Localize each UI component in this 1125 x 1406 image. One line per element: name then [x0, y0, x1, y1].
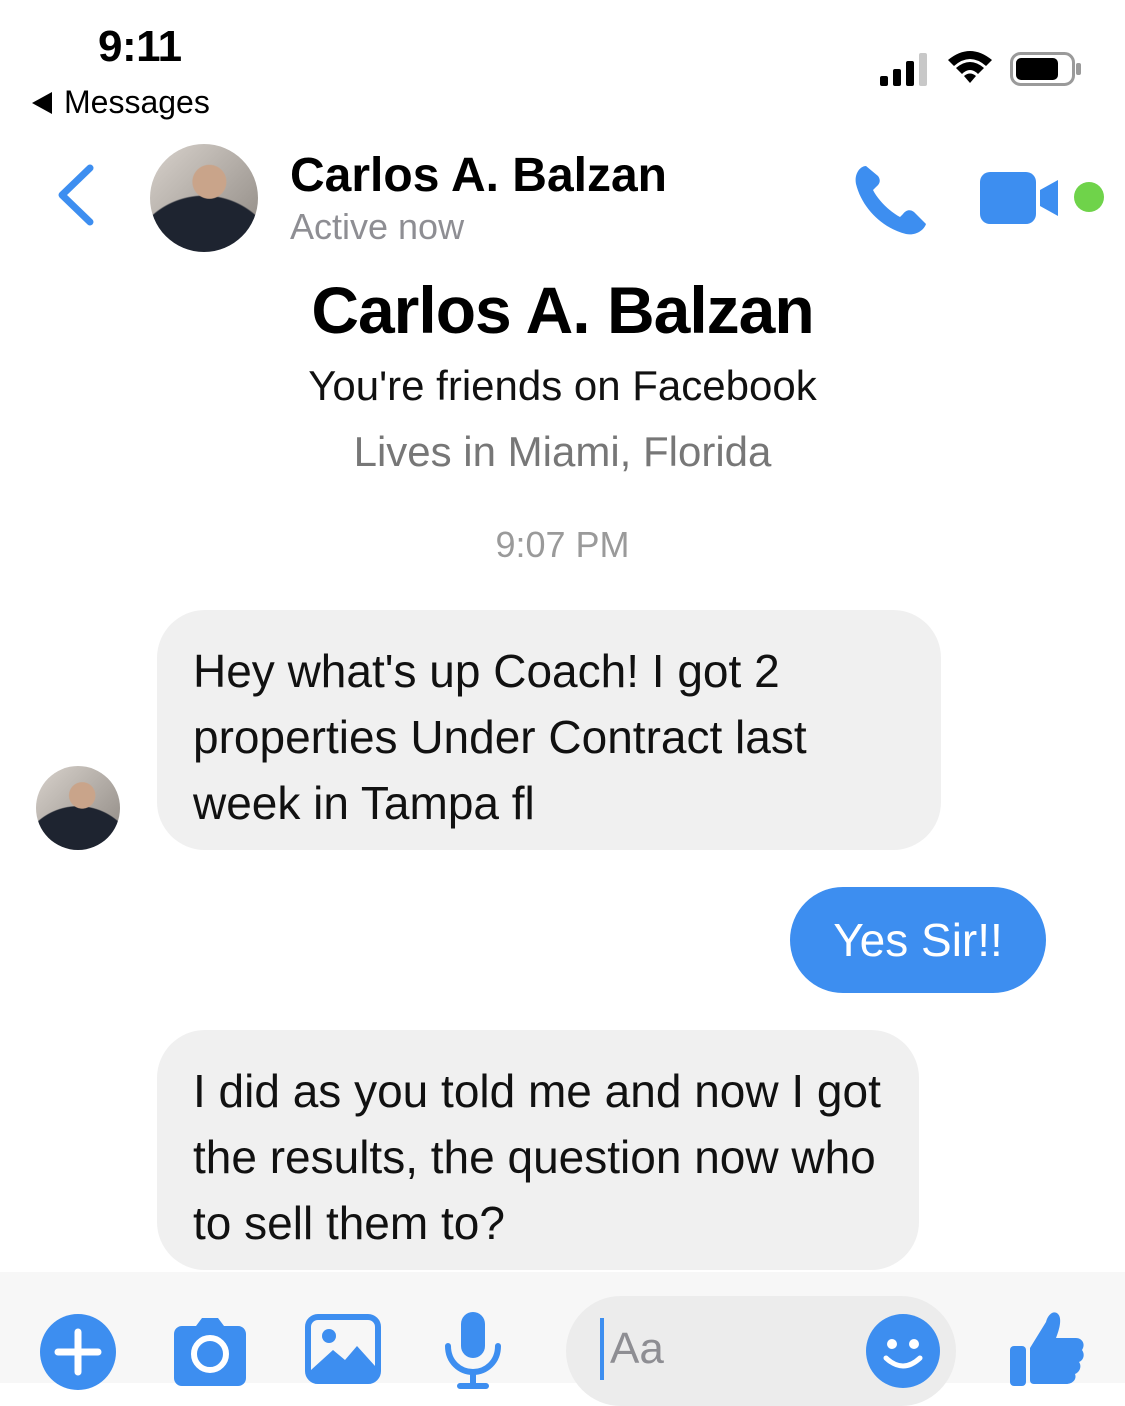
location-info: Lives in Miami, Florida	[353, 428, 772, 475]
back-triangle-icon	[32, 91, 52, 114]
contact-active-status: Active now	[290, 206, 465, 247]
smiley-icon[interactable]	[866, 1314, 940, 1388]
outgoing-message[interactable]: Yes Sir!!	[790, 887, 1046, 993]
back-to-app-link[interactable]: Messages	[32, 84, 210, 121]
incoming-message[interactable]: I did as you told me and now I got the r…	[157, 1030, 919, 1270]
battery-icon	[1010, 52, 1081, 86]
incoming-message[interactable]: Hey what's up Coach! I got 2 properties …	[157, 610, 941, 850]
back-chevron-icon[interactable]	[52, 162, 98, 228]
phone-call-icon[interactable]	[852, 162, 930, 236]
message-timestamp: 9:07 PM	[495, 524, 630, 565]
image-icon[interactable]	[305, 1314, 381, 1384]
camera-icon[interactable]	[172, 1312, 248, 1388]
cellular-signal-icon	[880, 53, 927, 86]
status-time: 9:11	[98, 22, 182, 71]
friends-info: You're friends on Facebook	[308, 362, 817, 409]
message-input-placeholder: Aa	[610, 1324, 664, 1373]
contact-avatar[interactable]	[150, 144, 258, 252]
wifi-icon	[948, 51, 992, 83]
text-cursor	[600, 1318, 604, 1380]
composer-bar	[0, 1272, 1125, 1383]
contact-name[interactable]: Carlos A. Balzan	[290, 148, 667, 203]
sender-avatar	[36, 766, 120, 850]
online-indicator	[1074, 182, 1104, 212]
video-call-icon[interactable]	[978, 168, 1062, 228]
profile-name: Carlos A. Balzan	[311, 273, 814, 347]
microphone-icon[interactable]	[442, 1310, 504, 1390]
back-app-label: Messages	[64, 84, 210, 120]
thumbs-up-icon[interactable]	[1008, 1308, 1086, 1388]
plus-icon[interactable]	[40, 1314, 116, 1390]
